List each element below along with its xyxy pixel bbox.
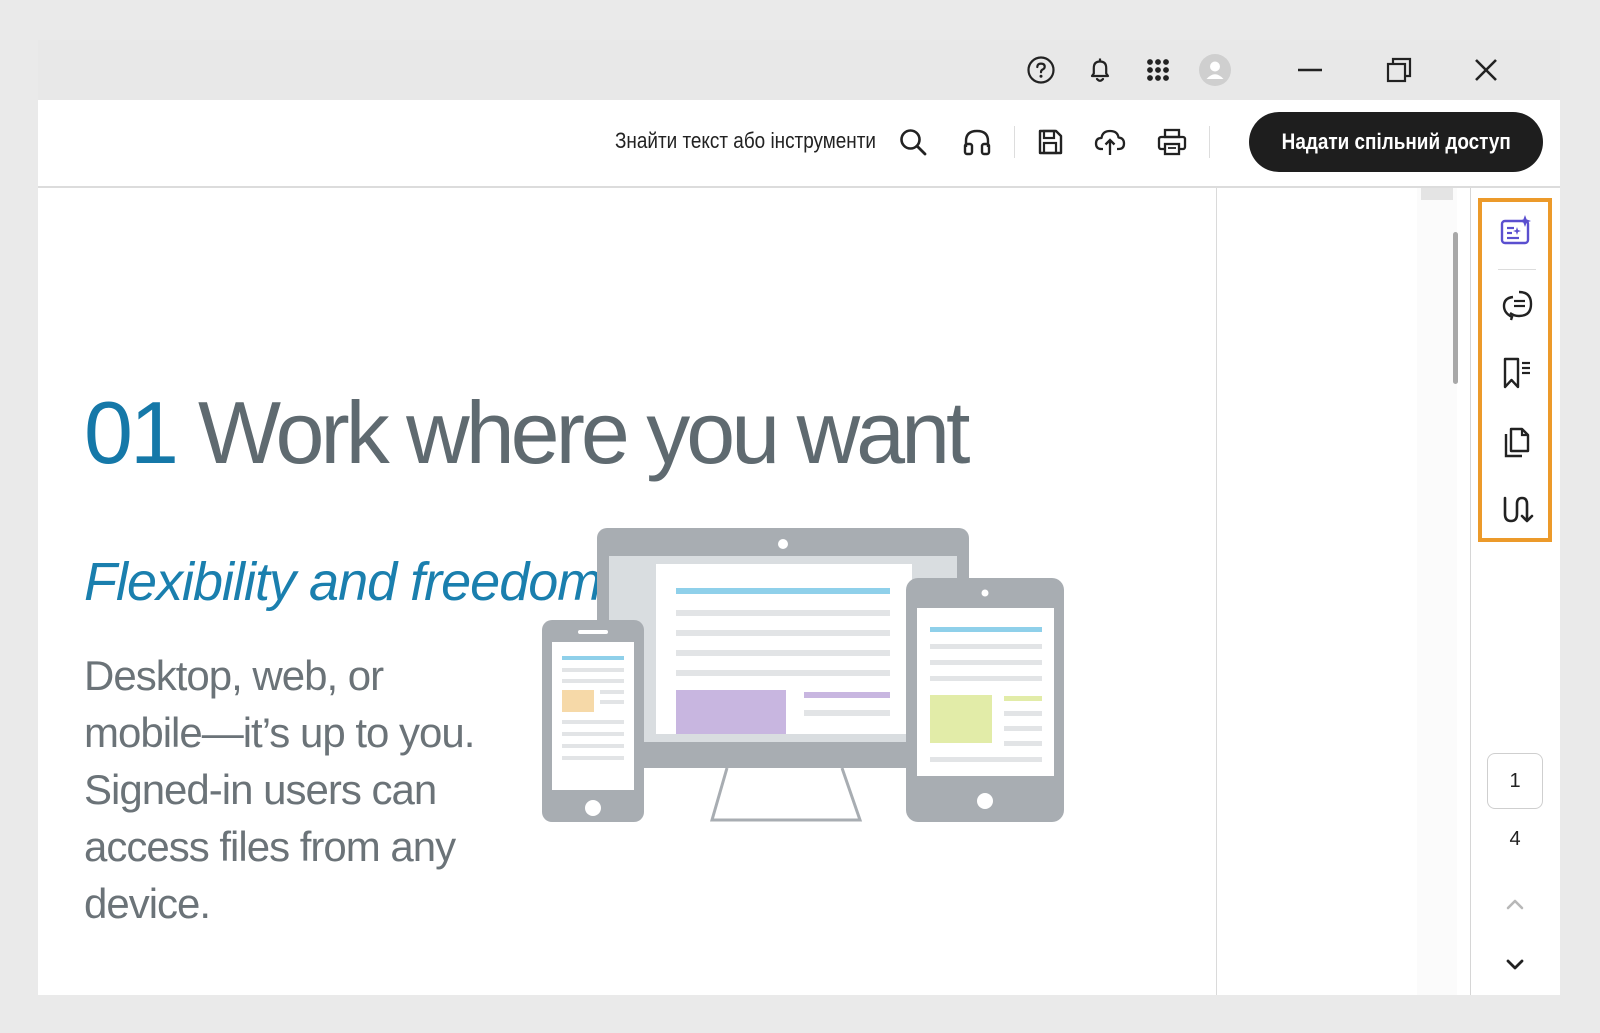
bookmarks-icon[interactable] [1494, 350, 1540, 396]
next-page-icon[interactable] [1501, 950, 1529, 978]
devices-illustration [542, 528, 1064, 822]
help-icon[interactable] [1025, 54, 1057, 86]
search-icon[interactable] [893, 122, 933, 162]
app-window: Знайти текст або інструменти Надати спіл… [38, 40, 1560, 995]
total-pages: 4 [1509, 828, 1521, 850]
current-page-box[interactable]: 1 [1487, 753, 1543, 809]
toolbar-divider [1209, 126, 1210, 158]
top-toolbar: Знайти текст або інструменти Надати спіл… [38, 100, 1560, 188]
heading-number: 01 [84, 383, 179, 482]
restore-icon[interactable] [1383, 54, 1415, 86]
body-text-line: access files from any [84, 823, 456, 870]
share-button-label: Надати спільний доступ [1281, 129, 1511, 154]
attachments-icon[interactable] [1494, 486, 1540, 532]
print-icon[interactable] [1152, 122, 1192, 162]
toolbar-divider [1014, 126, 1015, 158]
search-label[interactable]: Знайти текст або інструменти [615, 128, 876, 154]
apps-grid-icon[interactable] [1142, 54, 1174, 86]
upload-cloud-icon[interactable] [1090, 122, 1130, 162]
user-avatar-icon[interactable] [1199, 54, 1231, 86]
body-text-line: mobile—it’s up to you. [84, 709, 475, 756]
rail-divider [1470, 188, 1471, 995]
page-gutter [1216, 188, 1217, 995]
save-icon[interactable] [1030, 122, 1070, 162]
scrollbar-thumb[interactable] [1453, 232, 1458, 384]
body-text-line: Desktop, web, or [84, 652, 384, 699]
scrollbar-cap [1421, 188, 1453, 200]
body-text-line: device. [84, 880, 211, 927]
title-bar [38, 40, 1560, 100]
ai-assistant-icon[interactable] [1494, 208, 1540, 254]
minimize-icon[interactable] [1294, 54, 1326, 86]
rail-separator [1498, 269, 1536, 270]
body-text-line: Signed-in users can [84, 766, 437, 813]
close-icon[interactable] [1470, 54, 1502, 86]
scrollbar-track[interactable] [1417, 188, 1457, 995]
subheading: Flexibility and freedom [84, 552, 602, 612]
page-title: Work where you want [198, 383, 971, 482]
comment-icon[interactable] [1494, 282, 1540, 328]
document-page: 01 Work where you want Flexibility and f… [38, 188, 1216, 995]
pages-icon[interactable] [1494, 420, 1540, 466]
read-aloud-headphones-icon[interactable] [957, 122, 997, 162]
share-button[interactable]: Надати спільний доступ [1249, 112, 1543, 172]
previous-page-icon[interactable] [1501, 890, 1529, 918]
notification-bell-icon[interactable] [1084, 54, 1116, 86]
